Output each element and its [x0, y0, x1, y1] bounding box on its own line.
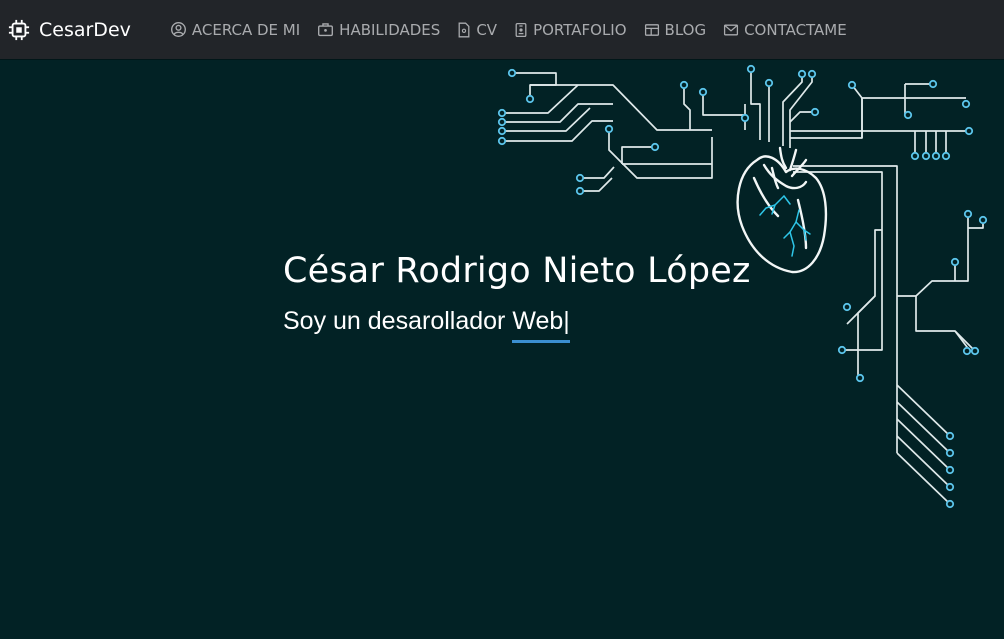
hero-name-title: César Rodrigo Nieto López: [283, 251, 751, 291]
brand-name: CesarDev: [39, 18, 131, 41]
nav-label: BLOG: [664, 20, 707, 39]
nav-item-cv[interactable]: CV: [457, 21, 497, 39]
id-badge-icon: [515, 22, 527, 37]
typed-word: Web|: [512, 307, 570, 343]
brand-link[interactable]: CesarDev: [8, 19, 131, 41]
nav-label: HABILIDADES: [339, 20, 441, 39]
nav-item-habilidades[interactable]: HABILIDADES: [317, 21, 440, 39]
nav-label: ACERCA DE MI: [191, 20, 301, 39]
typing-cursor: |: [563, 307, 570, 335]
nav-menu: ACERCA DE MI HABILIDADES CV PORTAFOLIO B…: [170, 21, 864, 39]
newspaper-icon: [644, 23, 659, 36]
nav-item-blog[interactable]: BLOG: [644, 20, 707, 39]
nav-item-portafolio[interactable]: PORTAFOLIO: [514, 20, 627, 39]
typed-word-text: Web: [512, 307, 564, 335]
chip-icon: [8, 19, 30, 40]
briefcase-icon: [318, 23, 334, 37]
nav-item-contactame[interactable]: CONTACTAME: [723, 21, 847, 39]
nav-label: CV: [476, 20, 498, 39]
nav-item-acerca[interactable]: ACERCA DE MI: [170, 21, 300, 39]
hero-subtitle: Soy un desarollador Web|: [283, 307, 570, 343]
nav-label: CONTACTAME: [744, 20, 847, 39]
circuit-heart-illustration: [497, 64, 988, 509]
hero-section: César Rodrigo Nieto López Soy un desarol…: [0, 59, 1004, 639]
user-circle-icon: [170, 22, 186, 37]
envelope-icon: [724, 24, 739, 35]
document-icon: [458, 22, 470, 37]
top-navbar: CesarDev ACERCA DE MI HABILIDADES CV POR…: [0, 0, 1004, 59]
subtitle-prefix: Soy un desarollador: [283, 307, 513, 335]
nav-label: PORTAFOLIO: [533, 20, 627, 39]
